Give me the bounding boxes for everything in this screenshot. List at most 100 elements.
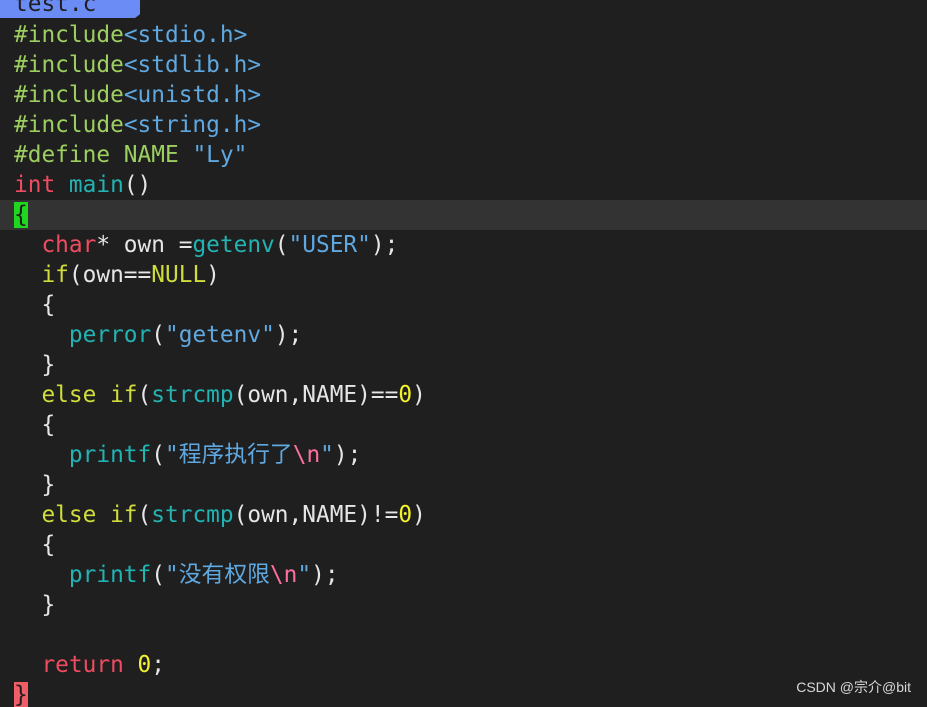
punctuation: (	[151, 322, 165, 348]
type-keyword: int	[14, 172, 56, 198]
preprocessor-directive: #include	[14, 52, 124, 78]
punctuation: );	[311, 562, 339, 588]
header-name: <string.h>	[123, 112, 262, 138]
macro-name: NAME	[110, 142, 193, 168]
control-keyword: else if	[41, 382, 138, 408]
code-line-7-cursorline: {	[0, 200, 927, 230]
code-line-23: }	[0, 680, 927, 707]
code-line-14: {	[0, 410, 927, 440]
code-line-13: else if(strcmp(own,NAME)==0)	[0, 380, 927, 410]
code-text: * own =	[96, 232, 193, 258]
code-line-4: #include<string.h>	[0, 110, 927, 140]
brace: }	[14, 352, 56, 378]
punctuation: );	[274, 322, 303, 348]
preprocessor-directive: #include	[14, 82, 124, 108]
string-literal: "Ly"	[192, 142, 248, 168]
brace: }	[14, 592, 56, 618]
vim-editor-window: test.c #include<stdio.h> #include<stdlib…	[0, 0, 927, 707]
code-line-18: {	[0, 530, 927, 560]
number-literal: 0	[398, 502, 413, 528]
number-literal: 0	[137, 652, 152, 678]
code-line-8: char* own =getenv("USER");	[0, 230, 927, 260]
number-literal: 0	[398, 382, 413, 408]
code-line-11: perror("getenv");	[0, 320, 927, 350]
string-literal: "没有权限	[165, 562, 270, 588]
function-name: strcmp	[151, 502, 234, 528]
control-keyword: if	[41, 262, 69, 288]
code-line-9: if(own==NULL)	[0, 260, 927, 290]
punctuation: )	[412, 502, 426, 528]
header-name: <stdio.h>	[123, 22, 248, 48]
string-literal: "程序执行了	[165, 442, 293, 468]
punctuation: (	[151, 442, 165, 468]
punctuation: ()	[123, 172, 152, 198]
brace: {	[14, 292, 56, 318]
code-text: (own,NAME)==	[233, 382, 399, 408]
type-keyword: char	[41, 232, 97, 258]
brace: {	[14, 532, 56, 558]
escape-sequence: \n	[269, 562, 298, 588]
code-line-22: return 0;	[0, 650, 927, 680]
code-line-5: #define NAME "Ly"	[0, 140, 927, 170]
code-line-16: }	[0, 470, 927, 500]
code-line-19: printf("没有权限\n");	[0, 560, 927, 590]
punctuation: );	[333, 442, 362, 468]
preprocessor-directive: #include	[14, 112, 124, 138]
string-literal: "getenv"	[165, 322, 275, 348]
watermark: CSDN @宗介@bit	[796, 679, 911, 695]
code-line-1: #include<stdio.h>	[0, 20, 927, 50]
tab-test-c[interactable]: test.c	[0, 0, 140, 18]
punctuation: (	[137, 382, 152, 408]
code-buffer[interactable]: #include<stdio.h> #include<stdlib.h> #in…	[0, 20, 927, 707]
function-name: perror	[68, 322, 152, 348]
function-name: strcmp	[151, 382, 234, 408]
brace: {	[14, 412, 56, 438]
code-line-12: }	[0, 350, 927, 380]
punctuation: )	[206, 262, 220, 288]
define-directive: #define	[14, 142, 111, 168]
code-line-20: }	[0, 590, 927, 620]
punctuation: (	[137, 502, 152, 528]
text-cursor: {	[14, 202, 28, 228]
code-text: (own,NAME)!=	[233, 502, 399, 528]
code-text: (own==	[68, 262, 152, 288]
preprocessor-directive: #include	[14, 22, 124, 48]
constant: NULL	[151, 262, 207, 288]
function-name: printf	[68, 562, 152, 588]
string-literal: "USER"	[288, 232, 371, 258]
punctuation: );	[370, 232, 399, 258]
code-line-10: {	[0, 290, 927, 320]
punctuation: (	[274, 232, 289, 258]
code-line-17: else if(strcmp(own,NAME)!=0)	[0, 500, 927, 530]
code-line-2: #include<stdlib.h>	[0, 50, 927, 80]
code-line-3: #include<unistd.h>	[0, 80, 927, 110]
matching-brace-highlight: }	[14, 682, 28, 707]
string-literal: "	[297, 562, 312, 588]
control-keyword: else if	[41, 502, 138, 528]
string-literal: "	[320, 442, 334, 468]
return-keyword: return	[41, 652, 124, 678]
header-name: <stdlib.h>	[123, 52, 262, 78]
punctuation: ;	[151, 652, 166, 678]
punctuation: )	[412, 382, 426, 408]
function-name: printf	[68, 442, 152, 468]
code-line-6: int main()	[0, 170, 927, 200]
tab-line: test.c	[0, 0, 927, 20]
header-name: <unistd.h>	[123, 82, 262, 108]
brace: }	[14, 472, 56, 498]
function-name: getenv	[192, 232, 275, 258]
punctuation: (	[151, 562, 165, 588]
escape-sequence: \n	[292, 442, 321, 468]
code-line-15: printf("程序执行了\n");	[0, 440, 927, 470]
